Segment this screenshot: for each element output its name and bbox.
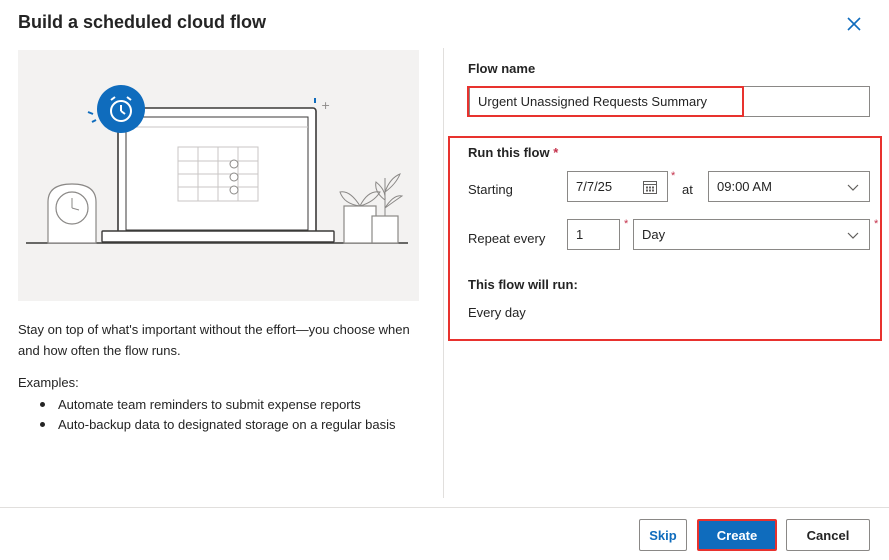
close-icon[interactable] bbox=[843, 13, 865, 35]
repeat-unit-value: Day bbox=[642, 227, 666, 242]
repeat-every-label: Repeat every bbox=[468, 231, 546, 246]
highlight-box bbox=[467, 86, 744, 117]
examples-title: Examples: bbox=[18, 375, 79, 390]
run-flow-label: Run this flow * bbox=[468, 145, 559, 160]
flow-name-label: Flow name bbox=[468, 61, 536, 76]
at-label: at bbox=[682, 182, 693, 197]
repeat-interval-value: 1 bbox=[576, 227, 584, 242]
dialog-description: Stay on top of what's important without … bbox=[18, 322, 410, 358]
calendar-icon[interactable] bbox=[642, 179, 658, 195]
chevron-down-icon bbox=[847, 184, 859, 191]
vertical-divider bbox=[443, 48, 444, 498]
list-item: Auto-backup data to designated storage o… bbox=[40, 415, 400, 435]
list-item: Automate team reminders to submit expens… bbox=[40, 395, 400, 415]
skip-button[interactable]: Skip bbox=[639, 519, 687, 551]
will-run-value: Every day bbox=[468, 305, 526, 320]
plant-icon bbox=[339, 173, 404, 244]
will-run-label: This flow will run: bbox=[468, 277, 578, 292]
repeat-unit-select[interactable]: Day bbox=[633, 219, 870, 250]
start-date-value: 7/7/25 bbox=[576, 179, 613, 194]
starting-label: Starting bbox=[468, 182, 513, 197]
required-mark: * bbox=[874, 218, 879, 230]
start-date-input[interactable]: 7/7/25 bbox=[567, 171, 668, 202]
alarm-clock-icon bbox=[87, 85, 145, 133]
chevron-down-icon bbox=[847, 232, 859, 239]
required-mark: * bbox=[671, 170, 676, 182]
start-time-value: 09:00 AM bbox=[717, 179, 772, 194]
illustration: + bbox=[18, 50, 419, 301]
required-mark: * bbox=[624, 218, 629, 230]
create-button[interactable]: Create bbox=[697, 519, 777, 551]
svg-text:+: + bbox=[321, 99, 330, 112]
footer-divider bbox=[0, 507, 889, 508]
desk-clock-icon bbox=[47, 183, 97, 244]
repeat-interval-input[interactable]: 1 bbox=[567, 219, 620, 250]
start-time-select[interactable]: 09:00 AM bbox=[708, 171, 870, 202]
cancel-button[interactable]: Cancel bbox=[786, 519, 870, 551]
examples-list: Automate team reminders to submit expens… bbox=[40, 395, 400, 435]
dialog-title: Build a scheduled cloud flow bbox=[18, 12, 267, 32]
